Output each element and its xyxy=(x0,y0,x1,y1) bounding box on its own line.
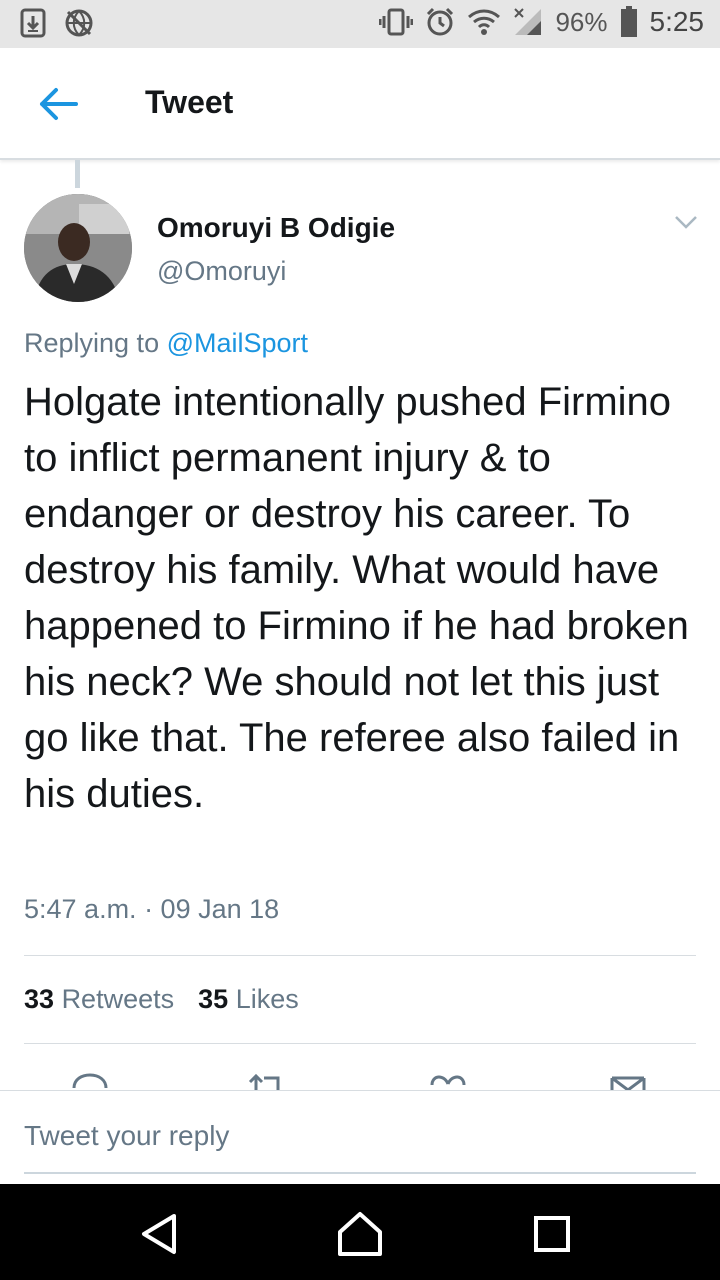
nav-recents-button[interactable] xyxy=(528,1210,576,1258)
like-icon xyxy=(430,1075,466,1086)
mention-link[interactable]: @MailSport xyxy=(167,328,308,358)
likes-label: Likes xyxy=(235,984,299,1014)
back-triangle-icon xyxy=(142,1214,176,1254)
chevron-down-icon xyxy=(675,216,697,229)
divider xyxy=(24,1043,696,1044)
clock: 5:25 xyxy=(649,6,705,37)
retweets-count: 33 xyxy=(24,984,55,1014)
battery-icon xyxy=(620,6,638,38)
nav-bar xyxy=(0,1184,720,1280)
retweets-stat[interactable]: 33 Retweets xyxy=(24,984,174,1015)
wifi-icon xyxy=(467,8,501,36)
likes-count: 35 xyxy=(198,984,229,1014)
tweet-timestamp: 5:47 a.m. · 09 Jan 18 xyxy=(24,894,280,924)
page-title: Tweet xyxy=(145,84,234,120)
more-options-button[interactable] xyxy=(674,214,698,230)
signal-icon xyxy=(513,7,543,37)
divider xyxy=(24,955,696,956)
nav-home-button[interactable] xyxy=(336,1210,384,1258)
retweet-icon xyxy=(248,1073,280,1090)
no-sim-globe-icon xyxy=(64,8,94,38)
share-icon xyxy=(610,1076,646,1090)
tweet-actions xyxy=(0,1072,720,1090)
battery-percent: 96% xyxy=(555,6,608,37)
author-handle[interactable]: @Omoruyi xyxy=(157,256,286,287)
alarm-icon xyxy=(425,7,455,37)
app-bar: Tweet xyxy=(0,48,720,160)
avatar[interactable] xyxy=(24,194,132,302)
tweet-text: Holgate intentionally pushed Firmino to … xyxy=(24,380,689,816)
tweet-stats: 33 Retweets 35 Likes xyxy=(24,984,299,1015)
retweets-label: Retweets xyxy=(61,984,175,1014)
like-button[interactable] xyxy=(428,1072,468,1090)
reply-icon xyxy=(72,1073,108,1089)
replying-to: Replying to @MailSport xyxy=(24,328,308,359)
share-button[interactable] xyxy=(608,1072,648,1090)
vibrate-icon xyxy=(379,7,414,37)
status-bar: 96% 5:25 xyxy=(0,0,720,48)
likes-stat[interactable]: 35 Likes xyxy=(198,984,299,1015)
home-circle-icon xyxy=(338,1212,382,1256)
reply-button[interactable] xyxy=(70,1072,110,1090)
replying-to-prefix: Replying to xyxy=(24,328,167,358)
reply-input[interactable] xyxy=(24,1120,584,1152)
author-name[interactable]: Omoruyi B Odigie xyxy=(157,212,395,244)
recents-square-icon xyxy=(534,1216,570,1252)
reply-input-underline xyxy=(24,1172,696,1174)
arrow-left-icon xyxy=(40,88,78,120)
nav-back-button[interactable] xyxy=(136,1210,184,1258)
retweet-button[interactable] xyxy=(246,1072,286,1090)
download-box-icon xyxy=(20,8,46,38)
back-button[interactable] xyxy=(36,84,80,124)
thread-connector-line xyxy=(75,160,80,188)
